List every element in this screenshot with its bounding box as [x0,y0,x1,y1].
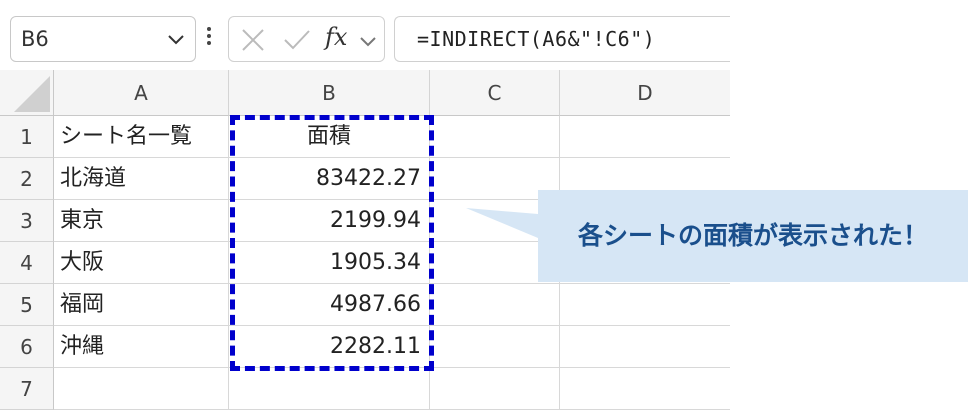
cell-a2[interactable]: 北海道 [54,158,229,200]
cell-d5[interactable] [560,284,730,326]
row-header[interactable]: 5 [0,284,54,326]
cell-c1[interactable] [430,116,560,158]
row-header[interactable]: 3 [0,200,54,242]
cell-a3[interactable]: 東京 [54,200,229,242]
cell-d2[interactable] [560,158,730,200]
cell-d3[interactable] [560,200,730,242]
row-header[interactable]: 7 [0,368,54,410]
spreadsheet-grid: A B C D 1 シート名一覧 面積 2 北海道 83422.27 3 東京 … [0,0,730,410]
cell-a1[interactable]: シート名一覧 [54,116,229,158]
cell-b7[interactable] [229,368,430,410]
cell-d1[interactable] [560,116,730,158]
dashed-highlight-b1-b6 [230,115,434,371]
cell-c7[interactable] [430,368,560,410]
cell-c5[interactable] [430,284,560,326]
cell-c4[interactable] [430,242,560,284]
row-header[interactable]: 6 [0,326,54,368]
cell-d4[interactable] [560,242,730,284]
cell-c6[interactable] [430,326,560,368]
cell-d6[interactable] [560,326,730,368]
cell-a7[interactable] [54,368,229,410]
select-all-corner[interactable] [0,70,54,116]
column-header-a[interactable]: A [54,70,229,116]
cell-a4[interactable]: 大阪 [54,242,229,284]
cell-c3[interactable] [430,200,560,242]
column-header-d[interactable]: D [560,70,730,116]
row-header[interactable]: 1 [0,116,54,158]
row-header[interactable]: 2 [0,158,54,200]
cell-d7[interactable] [560,368,730,410]
cell-a6[interactable]: 沖縄 [54,326,229,368]
column-header-c[interactable]: C [430,70,560,116]
row-header[interactable]: 4 [0,242,54,284]
cell-a5[interactable]: 福岡 [54,284,229,326]
column-header-b[interactable]: B [229,70,430,116]
cell-c2[interactable] [430,158,560,200]
